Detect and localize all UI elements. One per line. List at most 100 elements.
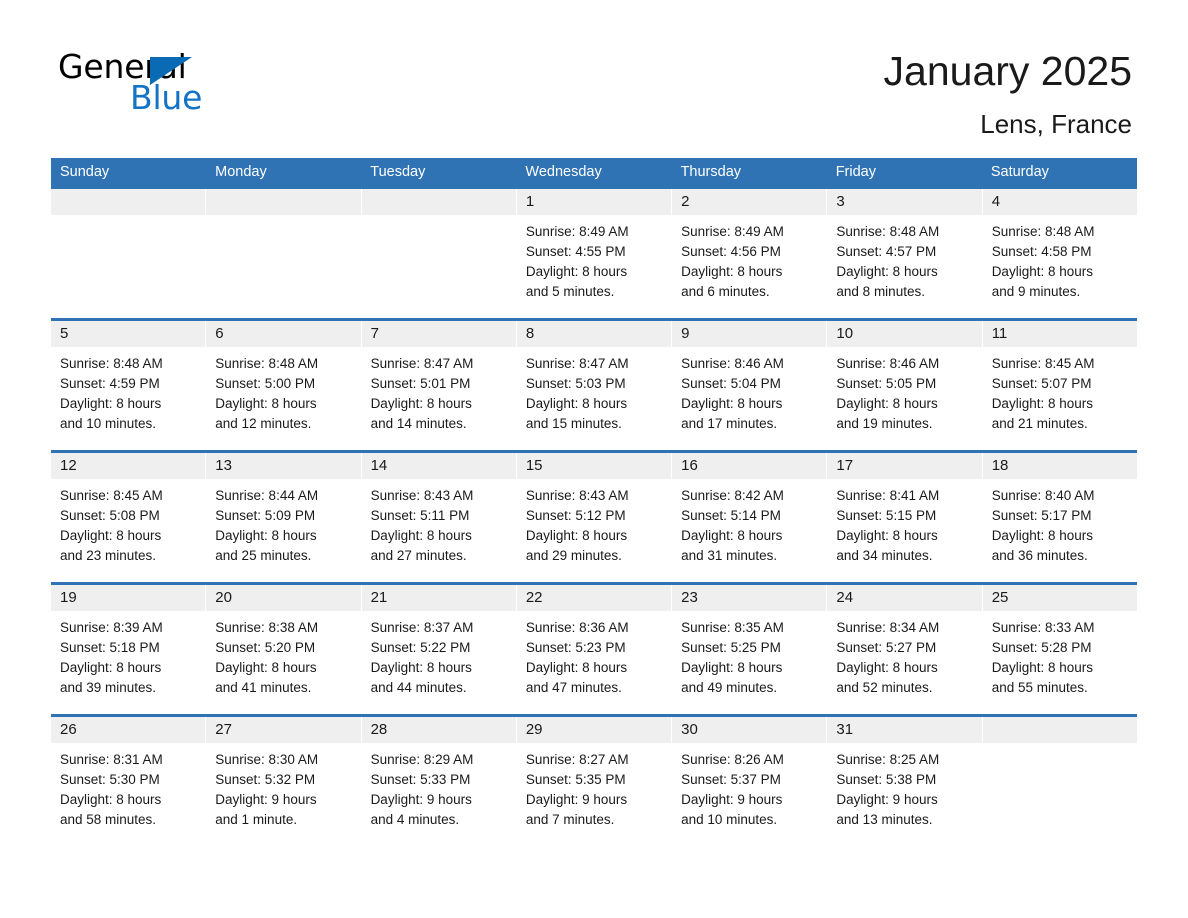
calendar-day-cell[interactable]: 28 Sunrise: 8:29 AM Sunset: 5:33 PM Dayligh… bbox=[361, 717, 517, 846]
calendar-week-row: 1 Sunrise: 8:49 AM Sunset: 4:55 PM Daylight… bbox=[51, 186, 1137, 318]
sunrise-text: Sunrise: 8:48 AM bbox=[215, 356, 319, 371]
day-details: Sunrise: 8:47 AM Sunset: 5:03 PM Daylight:… bbox=[517, 347, 671, 434]
calendar-week-row: 12 Sunrise: 8:45 AM Sunset: 5:08 PM Dayligh… bbox=[51, 450, 1137, 582]
weekday-header-friday: Friday bbox=[835, 164, 876, 180]
day-details: Sunrise: 8:37 AM Sunset: 5:22 PM Daylight:… bbox=[362, 611, 516, 698]
daylight-text-line1: Daylight: 8 hours bbox=[215, 660, 317, 675]
day-details: Sunrise: 8:27 AM Sunset: 5:35 PM Daylight:… bbox=[517, 743, 671, 830]
sunrise-text: Sunrise: 8:37 AM bbox=[370, 620, 474, 635]
calendar-day-cell[interactable]: 22 Sunrise: 8:36 AM Sunset: 5:23 PM Dayligh… bbox=[516, 585, 673, 714]
day-details: Sunrise: 8:43 AM Sunset: 5:12 PM Daylight:… bbox=[517, 479, 671, 566]
calendar-day-cell[interactable]: 27 Sunrise: 8:30 AM Sunset: 5:32 PM Dayligh… bbox=[206, 717, 362, 846]
daylight-text-line1: Daylight: 8 hours bbox=[60, 528, 162, 543]
location-subtitle: Lens, France bbox=[980, 109, 1132, 139]
calendar-day-cell[interactable]: 11 Sunrise: 8:45 AM Sunset: 5:07 PM Dayligh… bbox=[982, 321, 1137, 450]
calendar-day-cell[interactable]: 16 Sunrise: 8:42 AM Sunset: 5:14 PM Dayligh… bbox=[672, 453, 828, 582]
daylight-text-line1: Daylight: 8 hours bbox=[370, 660, 472, 675]
day-details: Sunrise: 8:40 AM Sunset: 5:17 PM Daylight:… bbox=[983, 479, 1137, 566]
calendar-day-cell[interactable]: 24 Sunrise: 8:34 AM Sunset: 5:27 PM Dayligh… bbox=[827, 585, 983, 714]
day-number-band bbox=[361, 189, 516, 215]
day-number: 30 bbox=[681, 721, 698, 738]
day-number: 2 bbox=[681, 193, 690, 210]
general-blue-logo: General Blue bbox=[58, 50, 318, 130]
calendar-day-cell[interactable]: 20 Sunrise: 8:38 AM Sunset: 5:20 PM Dayligh… bbox=[206, 585, 362, 714]
calendar-day-cell[interactable]: 9 Sunrise: 8:46 AM Sunset: 5:04 PM Daylight… bbox=[672, 321, 828, 450]
calendar-day-cell[interactable]: 10 Sunrise: 8:46 AM Sunset: 5:05 PM Dayligh… bbox=[827, 321, 983, 450]
sunset-text: Sunset: 5:08 PM bbox=[60, 508, 160, 523]
weekday-header-thursday: Thursday bbox=[680, 164, 742, 180]
calendar-day-cell[interactable]: 23 Sunrise: 8:35 AM Sunset: 5:25 PM Dayligh… bbox=[672, 585, 828, 714]
daylight-text-line2: and 58 minutes. bbox=[60, 812, 157, 827]
calendar-day-cell-empty bbox=[361, 189, 517, 318]
calendar-day-cell[interactable]: 6 Sunrise: 8:48 AM Sunset: 5:00 PM Daylight… bbox=[206, 321, 362, 450]
daylight-text-line1: Daylight: 8 hours bbox=[60, 660, 162, 675]
sunrise-text: Sunrise: 8:48 AM bbox=[991, 224, 1095, 239]
daylight-text-line2: and 10 minutes. bbox=[60, 416, 157, 431]
calendar-day-cell[interactable]: 3 Sunrise: 8:48 AM Sunset: 4:57 PM Daylight… bbox=[827, 189, 983, 318]
calendar-day-cell[interactable]: 14 Sunrise: 8:43 AM Sunset: 5:11 PM Dayligh… bbox=[361, 453, 517, 582]
calendar-day-cell[interactable]: 2 Sunrise: 8:49 AM Sunset: 4:56 PM Daylight… bbox=[672, 189, 828, 318]
daylight-text-line1: Daylight: 9 hours bbox=[215, 792, 317, 807]
calendar-day-cell[interactable]: 1 Sunrise: 8:49 AM Sunset: 4:55 PM Daylight… bbox=[516, 189, 673, 318]
weekday-header-monday: Monday bbox=[215, 164, 267, 180]
daylight-text-line2: and 55 minutes. bbox=[991, 680, 1088, 695]
day-number-band: 4 bbox=[982, 189, 1137, 215]
daylight-text-line2: and 13 minutes. bbox=[836, 812, 933, 827]
daylight-text-line2: and 25 minutes. bbox=[215, 548, 312, 563]
day-number: 25 bbox=[991, 589, 1009, 606]
day-details: Sunrise: 8:44 AM Sunset: 5:09 PM Daylight:… bbox=[206, 479, 360, 566]
sunrise-text: Sunrise: 8:41 AM bbox=[836, 488, 940, 503]
day-number-band: 26 bbox=[51, 717, 206, 743]
calendar-day-cell[interactable]: 17 Sunrise: 8:41 AM Sunset: 5:15 PM Dayligh… bbox=[827, 453, 983, 582]
daylight-text-line2: and 14 minutes. bbox=[370, 416, 467, 431]
calendar-day-cell[interactable]: 26 Sunrise: 8:31 AM Sunset: 5:30 PM Dayligh… bbox=[51, 717, 207, 846]
day-number-band: 31 bbox=[827, 717, 982, 743]
sunset-text: Sunset: 5:00 PM bbox=[215, 376, 316, 391]
sunset-text: Sunset: 4:57 PM bbox=[836, 244, 937, 259]
daylight-text-line2: and 6 minutes. bbox=[681, 284, 770, 299]
calendar-day-cell[interactable]: 12 Sunrise: 8:45 AM Sunset: 5:08 PM Dayligh… bbox=[51, 453, 207, 582]
daylight-text-line2: and 8 minutes. bbox=[836, 284, 925, 299]
sunrise-text: Sunrise: 8:34 AM bbox=[836, 620, 940, 635]
day-number-band: 16 bbox=[672, 453, 827, 479]
calendar-day-cell[interactable]: 5 Sunrise: 8:48 AM Sunset: 4:59 PM Daylight… bbox=[51, 321, 207, 450]
sunset-text: Sunset: 5:11 PM bbox=[370, 508, 470, 523]
day-details: Sunrise: 8:31 AM Sunset: 5:30 PM Daylight:… bbox=[51, 743, 205, 830]
sunrise-text: Sunrise: 8:48 AM bbox=[60, 356, 163, 371]
sunrise-text: Sunrise: 8:43 AM bbox=[370, 488, 474, 503]
calendar-day-cell[interactable]: 15 Sunrise: 8:43 AM Sunset: 5:12 PM Dayligh… bbox=[516, 453, 673, 582]
sunrise-text: Sunrise: 8:45 AM bbox=[991, 356, 1095, 371]
daylight-text-line1: Daylight: 8 hours bbox=[836, 660, 938, 675]
sunset-text: Sunset: 5:27 PM bbox=[836, 640, 937, 655]
day-number: 8 bbox=[525, 325, 535, 342]
day-details: Sunrise: 8:41 AM Sunset: 5:15 PM Daylight:… bbox=[827, 479, 981, 566]
day-details: Sunrise: 8:48 AM Sunset: 4:58 PM Daylight:… bbox=[983, 215, 1137, 302]
calendar-day-cell-empty bbox=[206, 189, 362, 318]
calendar-day-cell[interactable]: 29 Sunrise: 8:27 AM Sunset: 5:35 PM Dayligh… bbox=[516, 717, 673, 846]
calendar-day-cell-empty bbox=[982, 717, 1137, 846]
calendar-day-cell[interactable]: 31 Sunrise: 8:25 AM Sunset: 5:38 PM Dayligh… bbox=[827, 717, 983, 846]
calendar-day-cell[interactable]: 8 Sunrise: 8:47 AM Sunset: 5:03 PM Daylight… bbox=[516, 321, 673, 450]
daylight-text-line1: Daylight: 8 hours bbox=[836, 528, 938, 543]
daylight-text-line1: Daylight: 9 hours bbox=[370, 792, 472, 807]
calendar-day-cell[interactable]: 13 Sunrise: 8:44 AM Sunset: 5:09 PM Dayligh… bbox=[206, 453, 362, 582]
day-details: Sunrise: 8:49 AM Sunset: 4:55 PM Daylight:… bbox=[517, 215, 671, 302]
calendar-day-cell[interactable]: 21 Sunrise: 8:37 AM Sunset: 5:22 PM Dayligh… bbox=[361, 585, 517, 714]
calendar-day-cell[interactable]: 7 Sunrise: 8:47 AM Sunset: 5:01 PM Daylight… bbox=[361, 321, 517, 450]
day-number-band: 29 bbox=[516, 717, 672, 743]
sunrise-text: Sunrise: 8:31 AM bbox=[60, 752, 163, 767]
calendar-day-cell[interactable]: 18 Sunrise: 8:40 AM Sunset: 5:17 PM Dayligh… bbox=[982, 453, 1137, 582]
daylight-text-line2: and 12 minutes. bbox=[215, 416, 312, 431]
sunset-text: Sunset: 5:28 PM bbox=[991, 640, 1092, 655]
day-number-band: 21 bbox=[361, 585, 516, 611]
calendar-day-cell[interactable]: 4 Sunrise: 8:48 AM Sunset: 4:58 PM Daylight… bbox=[982, 189, 1137, 318]
page-header: General Blue January 2025 Lens, France bbox=[0, 0, 1188, 158]
calendar-day-cell[interactable]: 25 Sunrise: 8:33 AM Sunset: 5:28 PM Dayligh… bbox=[982, 585, 1137, 714]
daylight-text-line2: and 17 minutes. bbox=[681, 416, 778, 431]
sunset-text: Sunset: 5:37 PM bbox=[681, 772, 781, 787]
daylight-text-line1: Daylight: 8 hours bbox=[60, 792, 162, 807]
day-number: 24 bbox=[836, 589, 854, 606]
calendar-day-cell[interactable]: 30 Sunrise: 8:26 AM Sunset: 5:37 PM Dayligh… bbox=[672, 717, 828, 846]
calendar-day-cell[interactable]: 19 Sunrise: 8:39 AM Sunset: 5:18 PM Dayligh… bbox=[51, 585, 207, 714]
day-details: Sunrise: 8:26 AM Sunset: 5:37 PM Daylight:… bbox=[672, 743, 826, 830]
